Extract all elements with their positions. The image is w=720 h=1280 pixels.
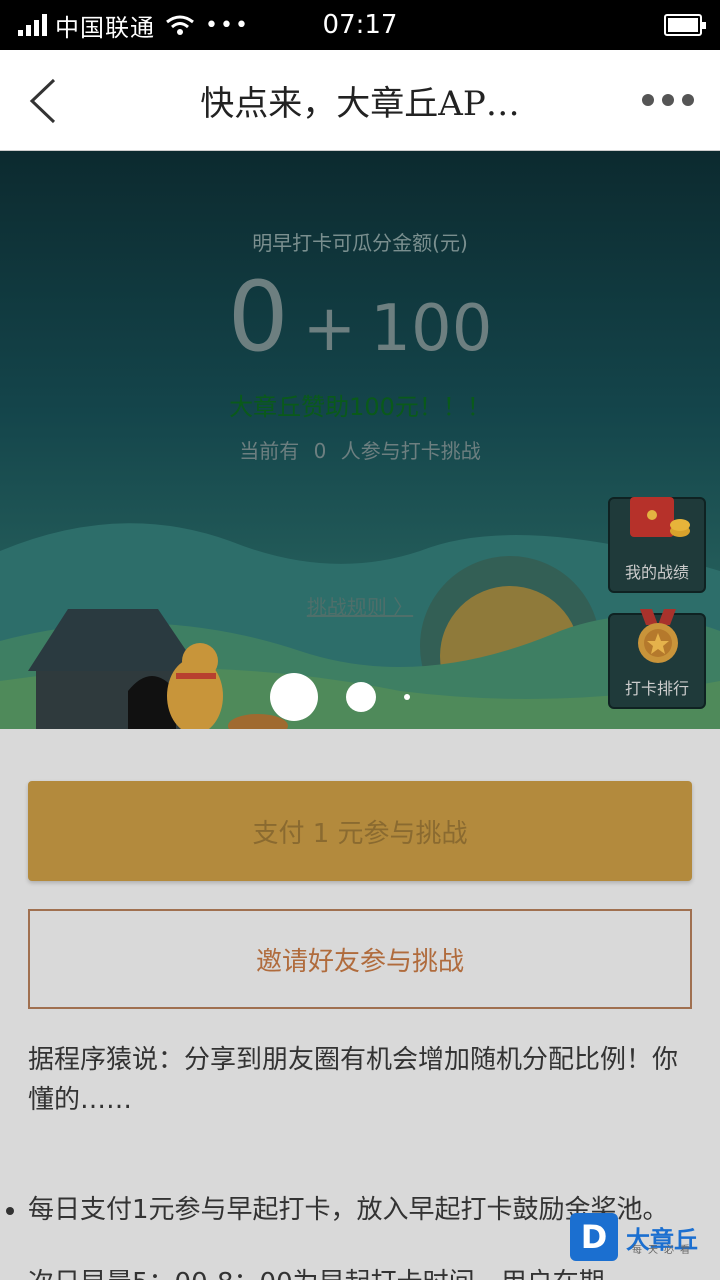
- participants-count: 0: [313, 439, 327, 463]
- status-more-icon: •••: [205, 12, 250, 38]
- page-indicator: [270, 673, 410, 721]
- share-tip: 据程序猿说：分享到朋友圈有机会增加随机分配比例！你懂的……: [28, 1045, 679, 1115]
- brand-logo: D 大章丘 每天必看: [570, 1207, 720, 1267]
- pay-join-button[interactable]: 支付 1 元参与挑战: [28, 781, 692, 881]
- page-title: 快点来，大章丘AP…: [200, 83, 520, 124]
- hero-banner: 明早打卡可瓜分金额(元) 0 +100 大章丘赞助100元！！！ 当前有 0 人参…: [0, 151, 720, 729]
- ranking-label: 打卡排行: [624, 679, 689, 698]
- page-dot-active[interactable]: [270, 673, 318, 721]
- pool-label: 明早打卡可瓜分金额(元): [252, 231, 468, 255]
- ranking-button[interactable]: 打卡排行: [608, 609, 706, 709]
- amount-main: 0: [227, 261, 289, 373]
- amount-bonus: 100: [370, 292, 493, 366]
- my-record-label: 我的战绩: [624, 563, 689, 582]
- logo-slogan: 每天必看: [632, 1245, 696, 1256]
- participants-prefix: 当前有: [239, 439, 300, 463]
- medal-icon: [638, 609, 678, 663]
- wifi-icon: [166, 15, 194, 35]
- red-envelope-icon: [630, 497, 690, 537]
- battery-icon: [664, 14, 706, 36]
- participants-suffix: 人参与打卡挑战: [340, 439, 481, 463]
- page-dot[interactable]: [404, 694, 410, 700]
- back-arrow-icon[interactable]: [26, 76, 66, 126]
- my-record-button[interactable]: 我的战绩: [608, 497, 706, 593]
- nav-bar: 快点来，大章丘AP…: [0, 50, 720, 151]
- logo-mark: D: [570, 1213, 618, 1261]
- sponsor-text: 大章丘赞助100元！！！: [229, 393, 491, 421]
- amount-plus: +: [302, 292, 357, 366]
- invite-friends-button[interactable]: 邀请好友参与挑战: [28, 909, 692, 1009]
- signal-icon: [18, 14, 47, 36]
- rule-item-partial: 次日早晨5：00-8：00为早起打卡时间，用户在期: [28, 1262, 605, 1280]
- more-options-icon[interactable]: [642, 94, 694, 106]
- participants-text: 当前有 0 人参与打卡挑战: [0, 435, 720, 464]
- status-bar: 中国联通 ••• 07:17: [0, 0, 720, 50]
- carrier-name: 中国联通: [55, 13, 155, 42]
- page-dot[interactable]: [346, 682, 376, 712]
- pool-amount: 0 +100: [0, 261, 720, 373]
